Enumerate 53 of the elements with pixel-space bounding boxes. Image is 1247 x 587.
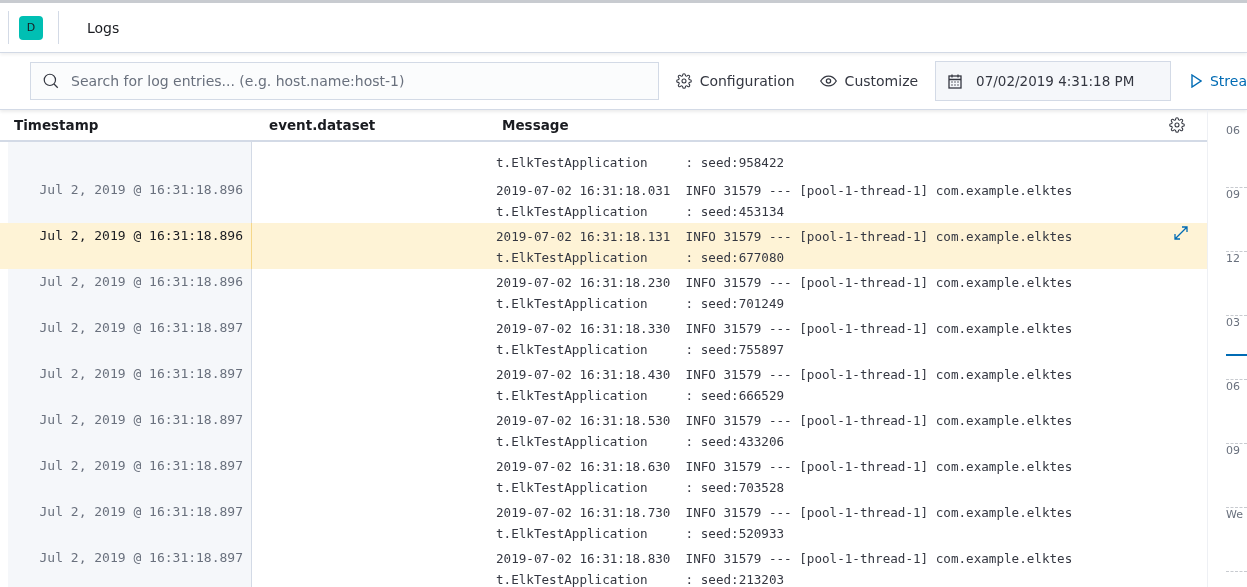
timestamp: Jul 2, 2019 @ 16:31:18.897 — [39, 458, 243, 475]
settings-icon — [675, 73, 692, 89]
timestamp: Jul 2, 2019 @ 16:31:18.897 — [39, 366, 243, 383]
log-message: 2019-07-02 16:31:18.131 INFO 31579 --- [pool-1-thread-1] com.example.elktes t.ElkTestApplication : seed:677080 — [495, 228, 1074, 267]
play-icon — [1190, 74, 1202, 88]
log-row[interactable]: t.ElkTestApplication : seed:958422 — [0, 142, 1207, 177]
log-row[interactable]: Jul 2, 2019 @ 16:31:18.897 2019-07-02 16:31:18.830 INFO 31579 --- [pool-1-thread-1] com.example.elktes t.ElkTestApplication : seed:213203 — [0, 545, 1207, 587]
log-message: 2019-07-02 16:31:18.430 INFO 31579 --- [pool-1-thread-1] com.example.elktes t.ElkTestApplication : seed:666529 — [495, 366, 1074, 405]
timestamp: Jul 2, 2019 @ 16:31:18.896 — [39, 274, 243, 291]
timeline-tick-label: 06 — [1226, 124, 1247, 188]
calendar-icon — [948, 73, 963, 89]
timestamp: Jul 2, 2019 @ 16:31:18.897 — [39, 504, 243, 521]
log-message: 2019-07-02 16:31:18.031 INFO 31579 --- [pool-1-thread-1] com.example.elktes t.ElkTestApplication : seed:453134 — [495, 182, 1074, 221]
timestamp: Jul 2, 2019 @ 16:31:18.896 — [39, 228, 243, 245]
column-header: event.dataset — [268, 117, 377, 133]
log-message: 2019-07-02 16:31:18.730 INFO 31579 --- [pool-1-thread-1] com.example.elktes t.ElkTestApplication : seed:520933 — [495, 504, 1074, 543]
timeline-tick-label: 09 — [1226, 444, 1247, 508]
log-row[interactable]: Jul 2, 2019 @ 16:31:18.897 2019-07-02 16:31:18.730 INFO 31579 --- [pool-1-thread-1] com.example.elktes t.ElkTestApplication : seed:520933 — [0, 499, 1207, 545]
column-header: Message — [501, 117, 570, 133]
date-picker[interactable]: 07/02/2019 4:31:18 PM — [935, 61, 1171, 101]
log-row[interactable]: Jul 2, 2019 @ 16:31:18.897 2019-07-02 16:31:18.630 INFO 31579 --- [pool-1-thread-1] com.example.elktes t.ElkTestApplication : seed:703528 — [0, 453, 1207, 499]
timestamp: Jul 2, 2019 @ 16:31:18.897 — [39, 320, 243, 337]
log-message: 2019-07-02 16:31:18.230 INFO 31579 --- [pool-1-thread-1] com.example.elktes t.ElkTestApplication : seed:701249 — [495, 274, 1074, 313]
log-row[interactable]: Jul 2, 2019 @ 16:31:18.896 2019-07-02 16:31:18.131 INFO 31579 --- [pool-1-thread-1] com.example.elktes t.ElkTestApplication : seed:677080 — [0, 223, 1207, 269]
timeline-tick-label: 06 — [1226, 380, 1247, 444]
stream-button[interactable]: Strea — [1190, 73, 1247, 89]
avatar[interactable]: D — [19, 15, 43, 40]
expand-icon[interactable] — [1173, 225, 1189, 241]
timeline-tick-label: 12 — [1226, 252, 1247, 316]
log-row[interactable]: Jul 2, 2019 @ 16:31:18.897 2019-07-02 16:31:18.530 INFO 31579 --- [pool-1-thread-1] com.example.elktes t.ElkTestApplication : seed:433206 — [0, 407, 1207, 453]
configuration-button[interactable]: Configuration — [675, 73, 795, 89]
log-message: 2019-07-02 16:31:18.630 INFO 31579 --- [pool-1-thread-1] com.example.elktes t.ElkTestApplication : seed:703528 — [495, 458, 1074, 497]
eye-icon — [819, 75, 837, 87]
customize-button[interactable]: Customize — [819, 73, 919, 89]
search-icon — [42, 72, 60, 90]
settings-icon[interactable] — [1169, 117, 1185, 133]
page-title: Logs — [87, 19, 120, 36]
timeline-tick-label: 09 — [1226, 188, 1247, 252]
log-row[interactable]: Jul 2, 2019 @ 16:31:18.897 2019-07-02 16:31:18.430 INFO 31579 --- [pool-1-thread-1] com.example.elktes t.ElkTestApplication : seed:666529 — [0, 361, 1207, 407]
log-message: 2019-07-02 16:31:18.830 INFO 31579 --- [pool-1-thread-1] com.example.elktes t.ElkTestApplication : seed:213203 — [495, 550, 1074, 587]
timestamp: Jul 2, 2019 @ 16:31:18.896 — [39, 182, 243, 199]
log-message: t.ElkTestApplication : seed:958422 — [495, 154, 786, 172]
column-header: Timestamp — [13, 117, 100, 133]
timestamp: Jul 2, 2019 @ 16:31:18.897 — [39, 412, 243, 429]
log-message: 2019-07-02 16:31:18.530 INFO 31579 --- [pool-1-thread-1] com.example.elktes t.ElkTestApplication : seed:433206 — [495, 412, 1074, 451]
timeline-tick-label: We — [1226, 508, 1247, 572]
log-row[interactable]: Jul 2, 2019 @ 16:31:18.897 2019-07-02 16:31:18.330 INFO 31579 --- [pool-1-thread-1] com.example.elktes t.ElkTestApplication : seed:755897 — [0, 315, 1207, 361]
timestamp: Jul 2, 2019 @ 16:31:18.897 — [39, 550, 243, 567]
time-indicator — [1226, 354, 1247, 356]
log-message: 2019-07-02 16:31:18.330 INFO 31579 --- [pool-1-thread-1] com.example.elktes t.ElkTestApplication : seed:755897 — [495, 320, 1074, 359]
search-field[interactable]: Search for log entries... (e.g. host.name:host-1) — [30, 62, 659, 100]
log-row[interactable]: Jul 2, 2019 @ 16:31:18.896 2019-07-02 16:31:18.230 INFO 31579 --- [pool-1-thread-1] com.example.elktes t.ElkTestApplication : seed:701249 — [0, 269, 1207, 315]
log-row[interactable]: Jul 2, 2019 @ 16:31:18.896 2019-07-02 16:31:18.031 INFO 31579 --- [pool-1-thread-1] com.example.elktes t.ElkTestApplication : seed:453134 — [0, 177, 1207, 223]
